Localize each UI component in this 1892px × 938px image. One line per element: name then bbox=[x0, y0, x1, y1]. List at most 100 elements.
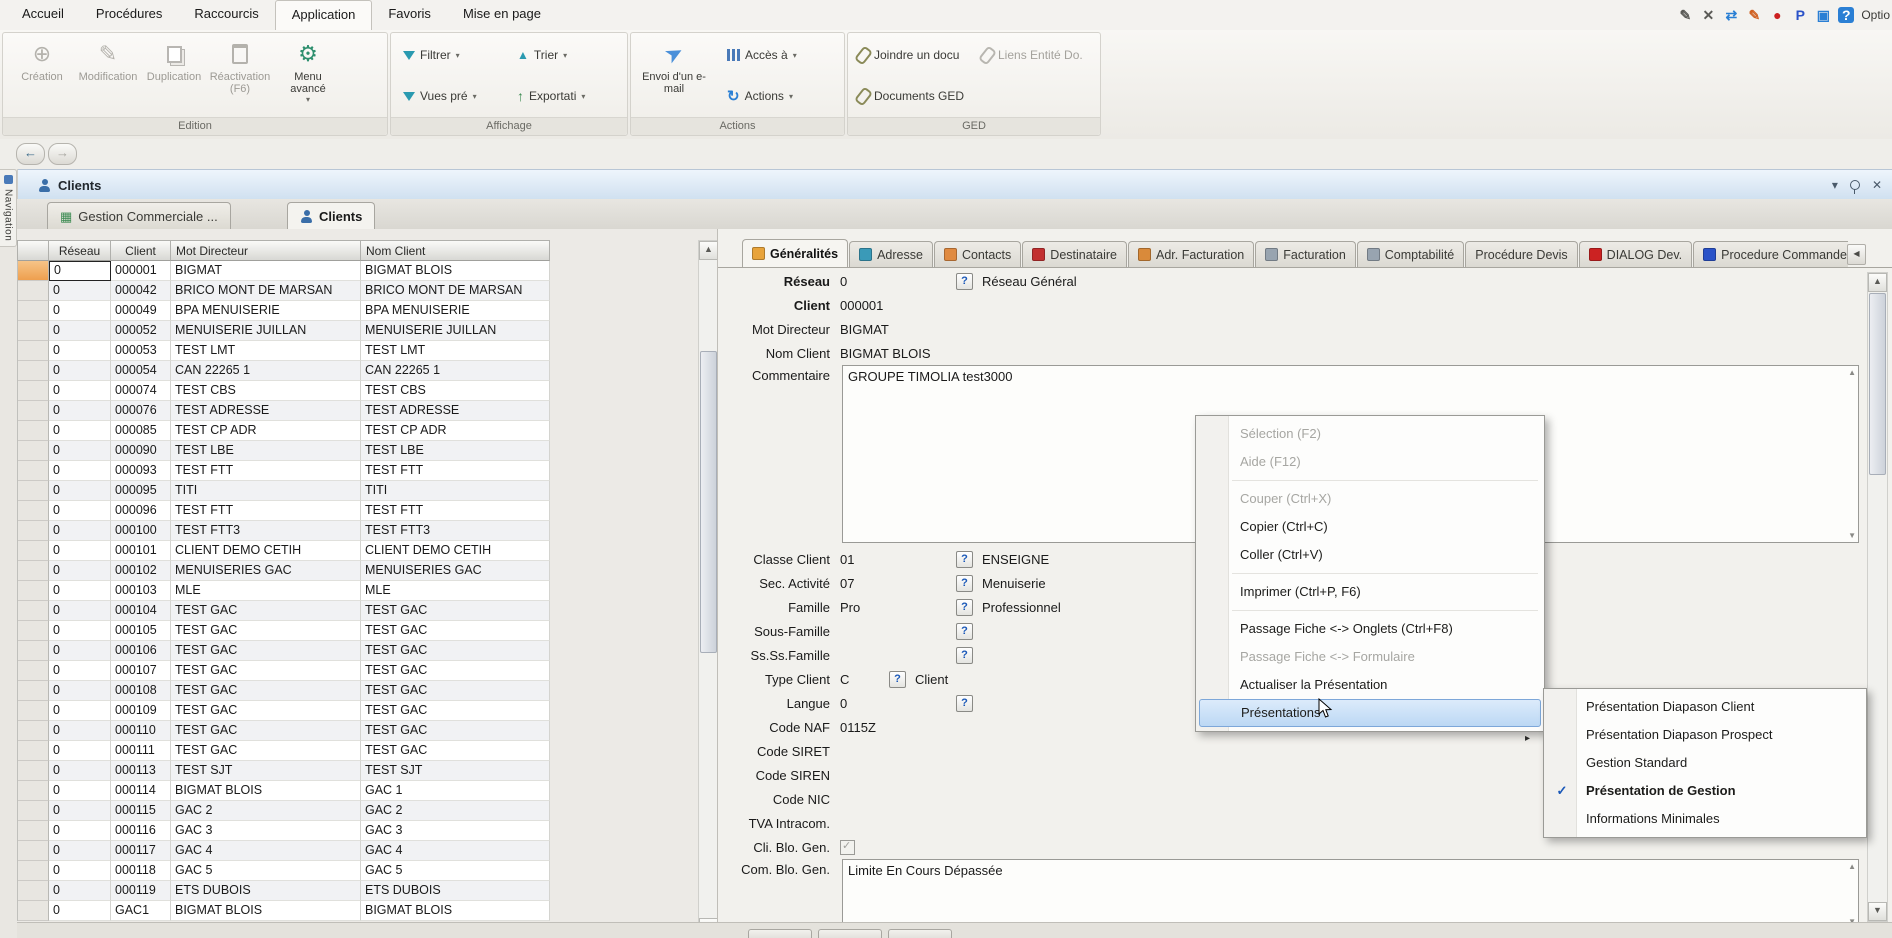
row-marker[interactable] bbox=[18, 561, 49, 581]
row-marker[interactable] bbox=[18, 361, 49, 381]
column-header-mot-directeur[interactable]: Mot Directeur bbox=[171, 240, 361, 261]
column-header-reseau[interactable]: Réseau bbox=[49, 240, 111, 261]
cell-mot-directeur[interactable]: TEST GAC bbox=[171, 741, 361, 761]
cell-client[interactable]: 000052 bbox=[111, 321, 171, 341]
table-row[interactable]: 0 000109 TEST GAC TEST GAC bbox=[17, 701, 550, 721]
cell-reseau[interactable]: 0 bbox=[49, 421, 111, 441]
cell-client[interactable]: 000090 bbox=[111, 441, 171, 461]
row-marker[interactable] bbox=[18, 321, 49, 341]
row-marker[interactable] bbox=[18, 721, 49, 741]
row-marker[interactable] bbox=[18, 581, 49, 601]
cell-client[interactable]: 000108 bbox=[111, 681, 171, 701]
row-marker[interactable] bbox=[18, 441, 49, 461]
table-row[interactable]: 0 000118 GAC 5 GAC 5 bbox=[17, 861, 550, 881]
toolbar-icon[interactable]: ▣ bbox=[1815, 7, 1831, 23]
cell-mot-directeur[interactable]: GAC 5 bbox=[171, 861, 361, 881]
row-marker[interactable] bbox=[18, 461, 49, 481]
cell-mot-directeur[interactable]: TEST SJT bbox=[171, 761, 361, 781]
table-row[interactable]: 0 000001 BIGMAT BIGMAT BLOIS bbox=[17, 261, 550, 281]
cell-client[interactable]: 000105 bbox=[111, 621, 171, 641]
row-marker[interactable] bbox=[18, 781, 49, 801]
cell-mot-directeur[interactable]: TEST GAC bbox=[171, 681, 361, 701]
help-button[interactable]: ? bbox=[956, 551, 973, 568]
submenu-item[interactable]: ✓ Présentation de Gestion bbox=[1544, 777, 1866, 805]
help-button[interactable]: ? bbox=[889, 671, 906, 688]
cell-nom-client[interactable]: MLE bbox=[361, 581, 550, 601]
cell-mot-directeur[interactable]: TEST FTT bbox=[171, 501, 361, 521]
cell-nom-client[interactable]: BRICO MONT DE MARSAN bbox=[361, 281, 550, 301]
submenu-item[interactable]: ✓ Présentation Diapason Prospect bbox=[1544, 721, 1866, 749]
row-marker[interactable] bbox=[18, 621, 49, 641]
cell-mot-directeur[interactable]: TEST GAC bbox=[171, 621, 361, 641]
cell-nom-client[interactable]: GAC 5 bbox=[361, 861, 550, 881]
help-button[interactable]: ? bbox=[956, 623, 973, 640]
detail-tab[interactable]: Comptabilité bbox=[1357, 241, 1464, 267]
cell-reseau[interactable]: 0 bbox=[49, 741, 111, 761]
row-marker[interactable] bbox=[18, 661, 49, 681]
cell-nom-client[interactable]: TEST GAC bbox=[361, 641, 550, 661]
row-marker[interactable] bbox=[18, 681, 49, 701]
menu-item[interactable]: Favoris bbox=[372, 0, 447, 30]
menu-item[interactable]: Procédures bbox=[80, 0, 178, 30]
toolbar-icon[interactable]: P bbox=[1792, 7, 1808, 23]
row-marker[interactable] bbox=[18, 741, 49, 761]
cell-mot-directeur[interactable]: TEST ADRESSE bbox=[171, 401, 361, 421]
scroll-up-icon[interactable]: ▲ bbox=[1848, 862, 1856, 871]
toolbar-icon[interactable]: ⇄ bbox=[1723, 7, 1739, 23]
cell-nom-client[interactable]: GAC 3 bbox=[361, 821, 550, 841]
scroll-down-icon[interactable]: ▼ bbox=[1868, 902, 1887, 921]
back-button[interactable]: ← bbox=[16, 143, 45, 165]
table-row[interactable]: 0 000108 TEST GAC TEST GAC bbox=[17, 681, 550, 701]
cell-reseau[interactable]: 0 bbox=[49, 461, 111, 481]
attach-document-button[interactable]: Joindre un docu bbox=[854, 43, 963, 67]
cell-nom-client[interactable]: TEST LBE bbox=[361, 441, 550, 461]
cell-client[interactable]: 000113 bbox=[111, 761, 171, 781]
cell-mot-directeur[interactable]: GAC 4 bbox=[171, 841, 361, 861]
scroll-up-icon[interactable]: ▲ bbox=[699, 241, 718, 260]
cell-reseau[interactable]: 0 bbox=[49, 481, 111, 501]
cell-client[interactable]: 000110 bbox=[111, 721, 171, 741]
table-row[interactable]: 0 000074 TEST CBS TEST CBS bbox=[17, 381, 550, 401]
cell-reseau[interactable]: 0 bbox=[49, 581, 111, 601]
tab-clients[interactable]: Clients bbox=[287, 202, 375, 229]
table-row[interactable]: 0 000114 BIGMAT BLOIS GAC 1 bbox=[17, 781, 550, 801]
table-row[interactable]: 0 000095 TITI TITI bbox=[17, 481, 550, 501]
help-button[interactable]: ? bbox=[956, 273, 973, 290]
scrollbar-thumb[interactable] bbox=[700, 351, 717, 653]
cell-mot-directeur[interactable]: MLE bbox=[171, 581, 361, 601]
cell-mot-directeur[interactable]: TEST CP ADR bbox=[171, 421, 361, 441]
tab-scroll-left-icon[interactable]: ◀ bbox=[1847, 244, 1866, 265]
access-to-button[interactable]: Accès à ▾ bbox=[723, 43, 801, 67]
detail-tab[interactable]: Adresse bbox=[849, 241, 933, 267]
row-marker[interactable] bbox=[18, 881, 49, 901]
table-row[interactable]: 0 000093 TEST FTT TEST FTT bbox=[17, 461, 550, 481]
cell-reseau[interactable]: 0 bbox=[49, 281, 111, 301]
row-marker[interactable] bbox=[18, 421, 49, 441]
cell-mot-directeur[interactable]: TEST FTT3 bbox=[171, 521, 361, 541]
cell-nom-client[interactable]: TEST GAC bbox=[361, 741, 550, 761]
table-row[interactable]: 0 000119 ETS DUBOIS ETS DUBOIS bbox=[17, 881, 550, 901]
detail-tab[interactable]: Adr. Facturation bbox=[1128, 241, 1254, 267]
cell-nom-client[interactable]: CLIENT DEMO CETIH bbox=[361, 541, 550, 561]
context-menu-item[interactable]: Actualiser la Présentation ▸ bbox=[1196, 671, 1544, 699]
cell-reseau[interactable]: 0 bbox=[49, 321, 111, 341]
field-value[interactable]: BIGMAT bbox=[838, 322, 952, 337]
cell-nom-client[interactable]: TEST GAC bbox=[361, 681, 550, 701]
cell-nom-client[interactable]: GAC 1 bbox=[361, 781, 550, 801]
caret-down-icon[interactable]: ▾ bbox=[1832, 178, 1838, 192]
options-label[interactable]: Optio bbox=[1861, 8, 1890, 22]
cell-client[interactable]: 000042 bbox=[111, 281, 171, 301]
entity-links-button[interactable]: Liens Entité Do. bbox=[978, 43, 1087, 67]
table-row[interactable]: 0 000105 TEST GAC TEST GAC bbox=[17, 621, 550, 641]
cell-nom-client[interactable]: TEST FTT bbox=[361, 461, 550, 481]
field-value[interactable]: 000001 bbox=[838, 298, 952, 313]
modify-button[interactable]: ✎ Modification bbox=[75, 39, 141, 117]
cell-reseau[interactable]: 0 bbox=[49, 301, 111, 321]
cell-client[interactable]: 000106 bbox=[111, 641, 171, 661]
cell-reseau[interactable]: 0 bbox=[49, 901, 111, 921]
scroll-down-icon[interactable]: ▼ bbox=[1848, 531, 1856, 540]
tab-gestion-commerciale[interactable]: ▦ Gestion Commerciale ... bbox=[47, 202, 231, 229]
detail-tab[interactable]: Procédure Devis bbox=[1465, 241, 1577, 267]
cell-mot-directeur[interactable]: GAC 2 bbox=[171, 801, 361, 821]
cell-reseau[interactable]: 0 bbox=[49, 601, 111, 621]
